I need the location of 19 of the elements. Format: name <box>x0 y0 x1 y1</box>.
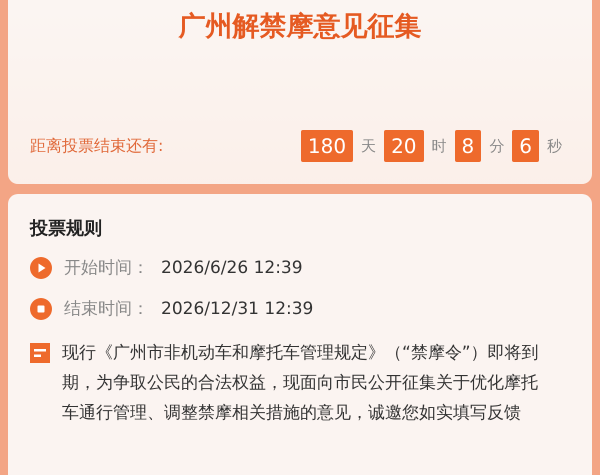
countdown-label: 距离投票结束还有: <box>30 136 164 156</box>
countdown-unit: 分 <box>489 136 504 156</box>
page-title: 广州解禁摩意见征集 <box>177 10 422 44</box>
time-value: 2026/12/31 12:39 <box>161 298 314 318</box>
countdown-unit: 秒 <box>547 136 562 156</box>
document-icon <box>30 343 50 363</box>
countdown-value: 20 <box>384 130 424 162</box>
time-label: 结束时间： <box>64 298 149 320</box>
countdown-unit: 天 <box>361 136 376 156</box>
time-label: 开始时间： <box>64 257 149 279</box>
countdown-unit: 时 <box>432 136 447 156</box>
time-value: 2026/6/26 12:39 <box>161 258 303 278</box>
countdown-value: 6 <box>512 130 539 162</box>
play-icon <box>30 256 52 278</box>
countdown-value: 180 <box>300 130 354 162</box>
rules-heading: 投票规则 <box>30 217 103 240</box>
countdown-value: 8 <box>454 130 482 162</box>
description-text: 现行《广州市非机动车和摩托车管理规定》（“禁摩令”）即将到期，为争取公民的合法权益，现面向市民公开征集关于优化摩托车通行管理、调整禁摩相关措施的意见，诚邀您如实填写反馈 <box>62 342 540 425</box>
stop-icon <box>30 298 52 320</box>
